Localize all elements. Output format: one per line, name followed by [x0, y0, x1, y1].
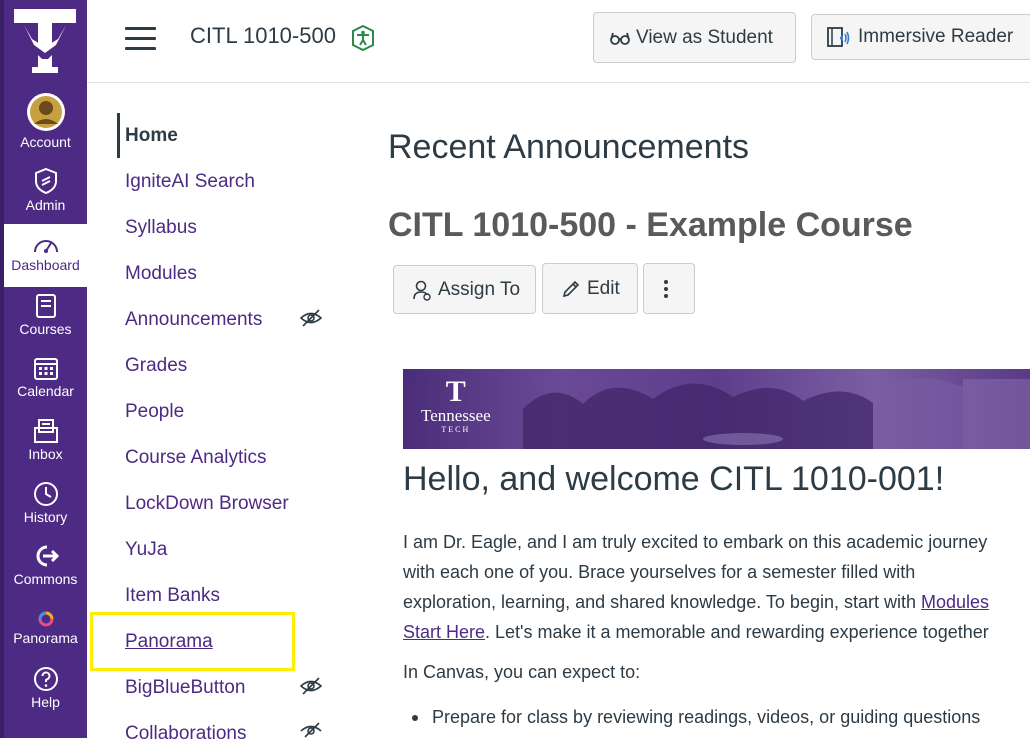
global-nav-label: Commons — [13, 571, 78, 587]
page-title: CITL 1010-500 - Example Course — [388, 206, 913, 244]
welcome-paragraph: I am Dr. Eagle, and I am truly excited t… — [403, 527, 1030, 647]
tennessee-tech-brand: T Tennessee TECH — [421, 375, 491, 435]
course-nav-ignite-ai-search[interactable]: IgniteAI Search — [125, 171, 255, 193]
para-line: I am Dr. Eagle, and I am truly excited t… — [403, 532, 988, 552]
global-nav-account[interactable]: Account — [4, 92, 87, 154]
course-breadcrumb[interactable]: CITL 1010-500 — [190, 23, 336, 49]
global-nav-dashboard[interactable]: Dashboard — [4, 224, 87, 287]
course-nav-item-banks[interactable]: Item Banks — [125, 585, 220, 607]
hidden-eye-icon — [300, 309, 322, 327]
calendar-icon — [33, 358, 58, 380]
course-banner-image: T Tennessee TECH — [403, 369, 1030, 449]
immersive-reader-icon — [827, 27, 850, 47]
para-line: Start Here. Let's make it a memorable an… — [403, 617, 1030, 647]
view-as-student-button[interactable]: View as Student — [593, 12, 796, 63]
global-nav: Account Admin Dashboard Courses Calendar… — [0, 0, 87, 738]
course-nav-home[interactable]: Home — [125, 125, 178, 147]
global-nav-label: Inbox — [28, 446, 63, 462]
shield-icon — [34, 167, 57, 195]
course-nav-active-indicator — [117, 113, 120, 158]
modules-link[interactable]: Modules — [921, 592, 989, 612]
course-nav-yuja[interactable]: YuJa — [125, 539, 167, 561]
help-icon — [33, 667, 58, 691]
campus-trees-graphic — [523, 378, 1030, 449]
global-nav-history[interactable]: History — [4, 481, 87, 543]
account-avatar-icon — [26, 93, 65, 131]
global-nav-admin[interactable]: Admin — [4, 167, 87, 229]
inbox-icon — [33, 419, 58, 443]
view-as-student-label: View as Student — [636, 26, 773, 48]
para-line: exploration, learning, and shared knowle… — [403, 587, 1030, 617]
immersive-reader-label: Immersive Reader — [858, 26, 1014, 47]
welcome-heading: Hello, and welcome CITL 1010-001! — [403, 460, 945, 498]
expect-text: In Canvas, you can expect to: — [403, 662, 641, 682]
brand-letter: T — [445, 375, 466, 408]
global-nav-help[interactable]: Help — [4, 666, 87, 728]
tennessee-tech-logo[interactable] — [14, 9, 76, 79]
panorama-highlight-box — [90, 612, 295, 671]
course-nav-announcements[interactable]: Announcements — [125, 309, 262, 331]
course-nav-grades[interactable]: Grades — [125, 355, 187, 377]
courses-icon — [35, 294, 56, 318]
global-nav-label: Courses — [19, 321, 72, 337]
global-nav-courses[interactable]: Courses — [4, 293, 87, 355]
para-line: with each one of you. Brace yourselves f… — [403, 562, 916, 582]
list-item-text: Prepare for class by reviewing readings,… — [432, 707, 981, 727]
hidden-eye-icon — [300, 677, 322, 695]
brand-name: Tennessee — [421, 406, 491, 425]
more-vertical-icon — [664, 279, 668, 298]
immersive-reader-button[interactable]: Immersive Reader — [811, 14, 1030, 60]
assign-to-button[interactable]: Assign To — [393, 265, 536, 314]
accessibility-icon[interactable] — [351, 25, 375, 51]
global-nav-label: Panorama — [13, 630, 78, 646]
edit-button[interactable]: Edit — [542, 263, 638, 314]
user-assign-icon — [413, 280, 431, 301]
para-text: . Let's make it a memorable and rewardin… — [485, 622, 989, 642]
assign-to-label: Assign To — [438, 278, 521, 300]
course-nav-bigbluebutton[interactable]: BigBlueButton — [125, 677, 245, 699]
global-nav-commons[interactable]: Commons — [4, 543, 87, 605]
hamburger-menu-icon[interactable] — [125, 27, 156, 51]
course-header: CITL 1010-500 View as Student Immersive … — [87, 0, 1030, 83]
course-nav-course-analytics[interactable]: Course Analytics — [125, 447, 267, 469]
brand-sub: TECH — [441, 425, 471, 434]
history-icon — [33, 482, 58, 506]
course-nav-people[interactable]: People — [125, 401, 184, 423]
para-text: exploration, learning, and shared knowle… — [403, 592, 921, 612]
course-nav-modules[interactable]: Modules — [125, 263, 197, 285]
more-options-button[interactable] — [643, 263, 695, 314]
list-item: Prepare for class by reviewing readings,… — [412, 707, 980, 728]
hidden-eye-icon — [300, 722, 322, 738]
start-here-link[interactable]: Start Here — [403, 622, 485, 642]
course-nav-lockdown-browser[interactable]: LockDown Browser — [125, 493, 289, 515]
global-nav-label: Dashboard — [11, 257, 80, 273]
glasses-icon — [610, 32, 630, 45]
global-nav-label: Admin — [25, 197, 66, 213]
panorama-icon — [38, 611, 53, 627]
global-nav-label: Calendar — [17, 383, 74, 399]
edit-label: Edit — [587, 277, 620, 299]
global-nav-label: Help — [31, 694, 60, 710]
global-nav-inbox[interactable]: Inbox — [4, 418, 87, 480]
bullet-dot — [412, 715, 418, 722]
dashboard-icon — [33, 240, 58, 253]
pencil-icon — [562, 280, 580, 297]
global-nav-calendar[interactable]: Calendar — [4, 355, 87, 417]
global-nav-label: Account — [20, 134, 71, 150]
course-nav-syllabus[interactable]: Syllabus — [125, 217, 197, 239]
commons-icon — [36, 545, 59, 567]
global-nav-label: History — [23, 509, 68, 525]
global-nav-panorama[interactable]: Panorama — [4, 610, 87, 672]
recent-announcements-heading: Recent Announcements — [388, 128, 750, 166]
course-nav-collaborations[interactable]: Collaborations — [125, 723, 246, 745]
